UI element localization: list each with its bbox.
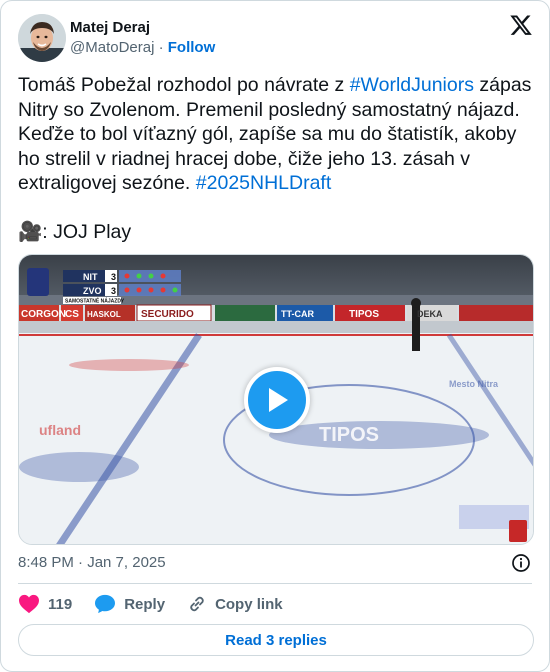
tweet-text: Tomáš Pobežal rozhodol po návrate z #Wor… bbox=[18, 73, 534, 245]
display-name[interactable]: Matej Deraj bbox=[70, 18, 215, 38]
board-ad-2: CS bbox=[65, 309, 79, 320]
copy-link-label: Copy link bbox=[215, 595, 283, 613]
like-button[interactable]: 119 bbox=[18, 594, 72, 614]
board-ad-3: HASKOL bbox=[87, 310, 121, 319]
board-ad-6: TIPOS bbox=[349, 309, 379, 320]
author-block: Matej Deraj @MatoDeraj · Follow bbox=[70, 18, 215, 58]
tweet-text-part-3: 🎥: JOJ Play bbox=[18, 221, 132, 243]
separator: · bbox=[158, 39, 164, 56]
hashtag-worldjuniors[interactable]: #WorldJuniors bbox=[350, 74, 474, 96]
x-logo-icon[interactable] bbox=[509, 13, 533, 37]
action-bar: 119 Reply Copy link bbox=[18, 591, 305, 617]
ice-logo-3: Mesto Nitra bbox=[449, 379, 499, 389]
ice-logo-1: TIPOS bbox=[319, 424, 379, 446]
tweet-header: Matej Deraj @MatoDeraj · Follow bbox=[18, 13, 533, 63]
tweet-text-part-1: Tomáš Pobežal rozhodol po návrate z bbox=[18, 74, 350, 96]
handle-line: @MatoDeraj · Follow bbox=[70, 38, 215, 58]
read-replies-button[interactable]: Read 3 replies bbox=[18, 624, 534, 656]
ice-logo-2: ufland bbox=[39, 422, 81, 438]
board-ad-1: CORGON bbox=[21, 309, 66, 320]
reply-bubble-icon bbox=[95, 594, 116, 614]
board-ad-5: TT-CAR bbox=[281, 309, 314, 319]
hashtag-2025nhldraft[interactable]: #2025NHLDraft bbox=[196, 172, 332, 194]
board-ad-7: DEKA bbox=[417, 309, 443, 319]
tweet-timestamp[interactable]: 8:48 PM · Jan 7, 2025 bbox=[18, 553, 166, 573]
play-icon bbox=[269, 388, 288, 412]
tweet-card: Matej Deraj @MatoDeraj · Follow Tomáš Po… bbox=[0, 0, 550, 672]
info-icon[interactable] bbox=[511, 553, 531, 573]
team-2-label: ZVO bbox=[83, 286, 102, 296]
link-icon bbox=[190, 596, 204, 612]
avatar[interactable] bbox=[18, 14, 66, 62]
copy-link-button[interactable]: Copy link bbox=[187, 594, 283, 614]
follow-button[interactable]: Follow bbox=[168, 39, 216, 56]
divider bbox=[18, 583, 532, 584]
heart-icon bbox=[19, 594, 39, 614]
team-1-label: NIT bbox=[83, 272, 98, 282]
scorebug-caption: SAMOSTATNÉ NÁJAZDY bbox=[65, 297, 125, 305]
handle[interactable]: @MatoDeraj bbox=[70, 39, 154, 56]
video-player[interactable]: NIT 3 ZVO 3 SAMOSTATNÉ NÁJAZDY CORGON CS… bbox=[18, 254, 534, 545]
board-ad-4: SECURIDO bbox=[141, 309, 194, 320]
team-2-score: 3 bbox=[111, 286, 116, 296]
team-1-score: 3 bbox=[111, 272, 116, 282]
reply-label: Reply bbox=[124, 595, 166, 613]
play-button[interactable] bbox=[244, 367, 310, 433]
reply-button[interactable]: Reply bbox=[94, 594, 165, 614]
like-count: 119 bbox=[48, 595, 73, 613]
